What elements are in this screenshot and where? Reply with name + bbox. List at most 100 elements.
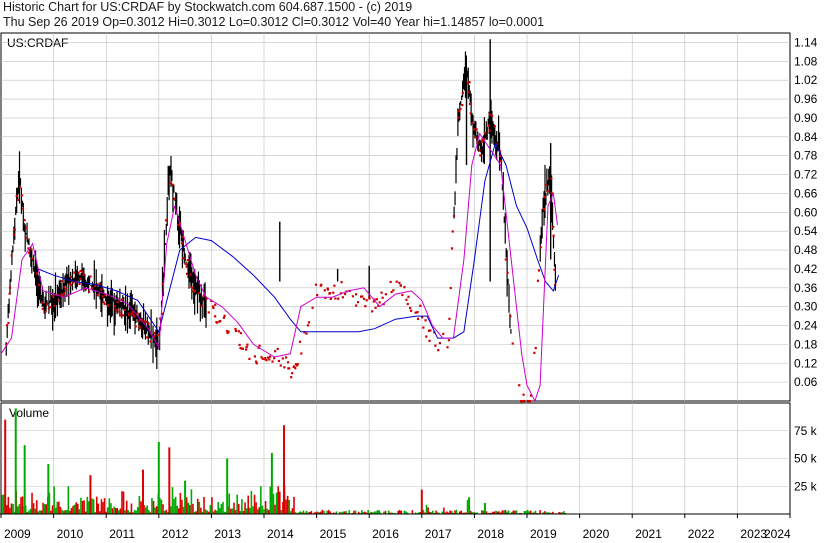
price-dot [550,177,553,180]
price-grid [1,33,790,401]
price-dot [403,286,406,289]
price-dot [255,362,258,365]
price-dot [424,319,427,322]
price-dot [487,124,490,127]
price-dot [480,140,483,143]
price-dot [98,282,101,285]
price-y-tick-label: 0.12 [794,356,818,370]
price-dot [25,226,28,229]
date-axis-label: 2016 [372,527,399,541]
price-dot [64,288,67,291]
price-dot [381,296,384,299]
price-dot [380,291,383,294]
price-dot [138,319,141,322]
price-y-tick-label: 0.36 [794,281,818,295]
price-dot [401,293,404,297]
price-dot [119,314,123,317]
price-dot [284,356,288,359]
price-dot [78,282,81,286]
price-dot [461,104,464,107]
price-dot [27,251,31,254]
price-dot [398,281,401,284]
date-axis-label: 2021 [635,527,662,541]
price-dot [197,291,200,295]
price-dot [451,230,454,233]
price-dot [461,91,464,95]
price-dot [215,321,219,324]
price-dot [173,197,176,200]
price-dot [279,364,282,367]
price-dot [246,343,249,346]
price-dot [45,303,49,306]
price-dot [234,329,238,332]
price-dot [219,320,222,323]
price-dot [332,291,335,294]
price-dot [300,352,303,355]
price-dot [180,242,184,245]
price-dot [490,114,494,118]
price-dot [63,286,66,289]
price-dot [133,315,136,318]
price-y-tick-label: 0.48 [794,243,818,257]
price-dot [19,186,22,189]
price-dot [69,275,73,279]
date-axis-label: 2017 [425,527,452,541]
price-dot [53,304,56,307]
price-dot [153,331,156,335]
price-dot [410,309,413,312]
price-dot [468,81,471,84]
price-dot [446,346,449,349]
price-dot [407,295,410,298]
price-dot [276,347,279,350]
price-y-axis: 1.14 1.08 1.02 0.96 0.90 0.84 0.78 0.72 0.66 0.60… [794,35,818,389]
price-dot [164,219,168,222]
price-dot [15,194,18,198]
price-dot [193,289,196,292]
price-dot [184,262,187,266]
price-dot [191,286,194,290]
price-dot [311,306,314,309]
price-dot [552,225,555,229]
price-dot [340,281,343,284]
price-y-tick-label: 1.14 [794,35,818,49]
price-dot [522,393,525,396]
price-dot [139,327,142,330]
price-dot [185,272,189,275]
price-dot [79,277,82,280]
price-dot [113,305,116,308]
date-axis: 2009 2010 2011 2012 2013 2014 2015 2016 2017 2018… [0,513,791,541]
price-dot [356,301,360,304]
price-y-tick-label: 0.60 [794,205,818,219]
price-bars [5,39,557,369]
price-dot [7,321,10,325]
price-dot [267,356,270,359]
price-dot [469,112,472,115]
price-dot [447,339,450,342]
stock-chart: Historic Chart for US:CRDAF by Stockwatc… [0,0,830,543]
price-dot [222,316,226,319]
price-dot [334,297,337,300]
price-dot [337,297,340,300]
price-dot [271,360,274,363]
volume-y-tick-label: 25 k [794,479,818,493]
price-dot [298,340,302,343]
price-dot [533,351,536,354]
price-dot [5,324,9,327]
price-dot [189,273,192,276]
price-dot [82,273,85,276]
price-dot [35,272,38,275]
chart-canvas: US:CRDAF 1.14 1.08 1.02 0.96 0.90 0.84 0.78 0.7… [0,32,818,541]
price-dot [237,330,240,333]
price-dot [416,311,419,314]
price-y-tick-label: 0.72 [794,168,818,182]
price-dot [479,154,482,157]
price-dot [326,288,330,291]
price-dot [506,271,509,274]
price-dot [543,208,546,211]
price-dot [523,399,526,403]
price-dot [478,149,481,152]
price-dot [212,306,215,310]
price-dot [107,304,110,307]
price-dot [320,283,323,286]
price-dot [409,306,412,310]
